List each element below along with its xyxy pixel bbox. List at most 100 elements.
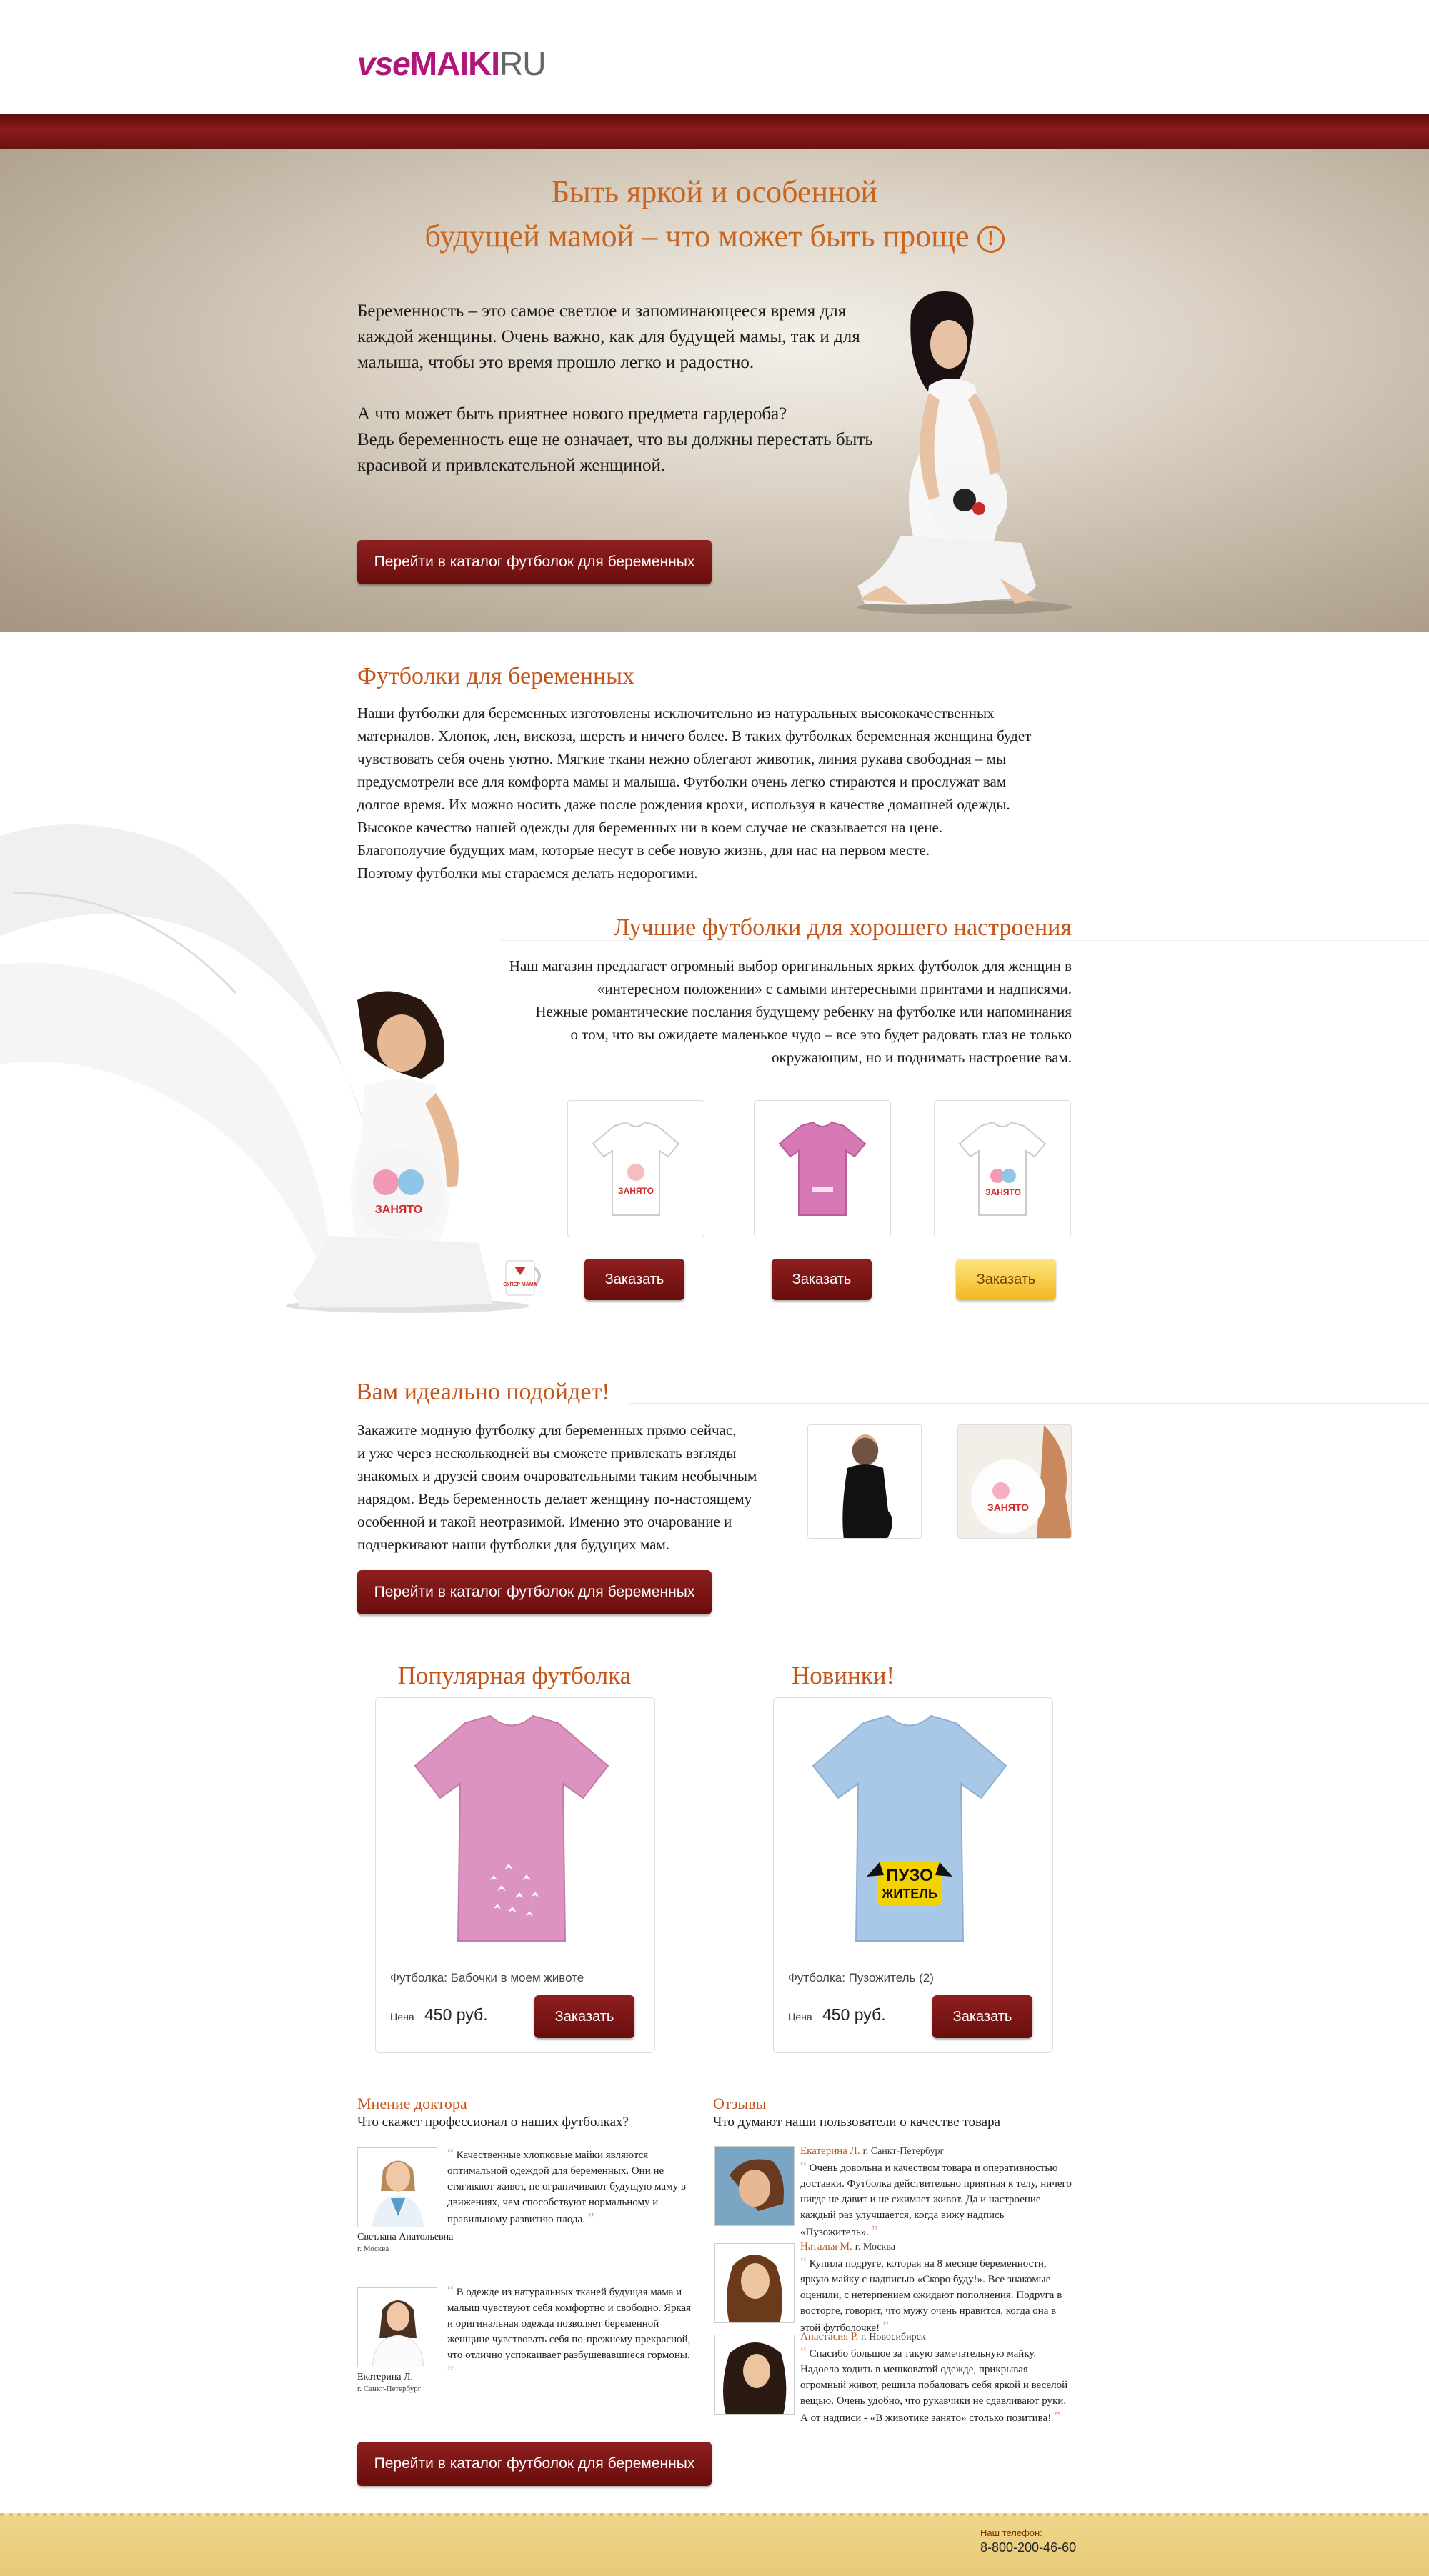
doctor-city: г. Москва	[357, 2245, 389, 2253]
tshirt-image: ЗАНЯТО	[592, 1121, 680, 1216]
text-line: Закажите модную футболку для беременных …	[357, 1422, 737, 1439]
hero-pregnant-woman-image	[857, 291, 1072, 614]
text-line: предусмотрели все для комфорта мамы и ма…	[357, 773, 1007, 790]
hero-title: Быть яркой и особенной будущей мамой – ч…	[357, 170, 1072, 259]
quote-open-icon: “	[800, 2159, 807, 2175]
reviewer-city: г. Москва	[855, 2242, 895, 2252]
footer	[0, 2516, 1429, 2576]
doctor-city: г. Санкт-Петербург	[357, 2385, 422, 2393]
text-line: подчеркивают наши футболки для будущих м…	[357, 1536, 669, 1553]
header-bar	[0, 114, 1429, 149]
reviews-subtitle: Что думают наши пользователи о качестве …	[713, 2115, 1001, 2130]
tshirt-pink-image	[414, 1714, 609, 1942]
review-text: “ Очень довольна и качеством товара и оп…	[800, 2159, 1072, 2240]
order-button[interactable]: Заказать	[584, 1259, 684, 1300]
reviewer-avatar	[714, 2243, 795, 2323]
quote-open-icon: “	[800, 2345, 807, 2360]
quote-open-icon: “	[447, 2283, 454, 2299]
exclamation-icon: !	[977, 225, 1005, 253]
doctor-name: Светлана Анатольевна	[357, 2232, 454, 2242]
divider	[629, 1403, 1429, 1404]
quote-text: Купила подруге, которая на 8 месяце бере…	[800, 2258, 1062, 2334]
product-card: ПУЗО ЖИТЕЛЬ Футболка: Пузожитель (2) Цен…	[773, 1697, 1053, 2053]
text-line: материалов. Хлопок, лен, вискоза, шерсть…	[357, 727, 1032, 744]
doctor-title: Мнение доктора	[357, 2095, 467, 2112]
reviewer-city: г. Санкт-Петербург	[862, 2146, 945, 2157]
text-line: Благополучие будущих мам, которые несут …	[357, 842, 930, 859]
phone-label: Наш телефон:	[980, 2527, 1042, 2538]
text-line: нарядом. Ведь беременность делает женщин…	[357, 1490, 752, 1507]
svg-text:ПУЗО: ПУЗО	[886, 1866, 933, 1885]
product-thumb[interactable]: ЗАНЯТО	[567, 1100, 704, 1237]
logo-ru: RU	[499, 45, 546, 82]
new-title: Новинки!	[791, 1662, 895, 1689]
phone-number[interactable]: 8-800-200-46-60	[980, 2540, 1076, 2555]
review-author: Наталья М. г. Москва	[800, 2240, 1072, 2253]
text-line: знакомых и друзей своим очаровательными …	[357, 1467, 757, 1484]
photo-woman-black-dress	[807, 1424, 922, 1539]
doctor-name: Екатерина Л.	[357, 2372, 414, 2382]
sitting-pregnant-woman-image: ЗАНЯТО СУПЕР МАМА	[286, 991, 541, 1313]
text-line: и уже через несколькодней вы сможете при…	[357, 1444, 737, 1462]
catalog-button[interactable]: Перейти в каталог футболок для беременны…	[357, 1570, 712, 1614]
review-text: “ Спасибо большое за такую замечательную…	[800, 2345, 1072, 2426]
photo-belly-shirt: ЗАНЯТО	[957, 1424, 1072, 1539]
hero-catalog-button[interactable]: Перейти в каталог футболок для беременны…	[357, 540, 712, 584]
reviewer-name: Анастасия Р.	[800, 2331, 859, 2342]
quote-text: Качественные хлопковые майки являются оп…	[447, 2150, 686, 2225]
reviews-title: Отзывы	[713, 2095, 767, 2112]
hero-title-line2: будущей мамой – что может быть проще	[424, 219, 970, 254]
section3-text: Закажите модную футболку для беременных …	[357, 1419, 786, 1556]
tshirt-image	[778, 1121, 867, 1216]
doctor-avatar	[357, 2147, 437, 2227]
reviewer-name: Екатерина Л.	[800, 2145, 860, 2157]
shirt-print-text: ЗАНЯТО	[375, 1204, 422, 1216]
doctor-quote: “ Качественные хлопковые майки являются …	[447, 2146, 699, 2227]
price: 450 руб.	[424, 2005, 488, 2024]
order-button-active[interactable]: Заказать	[956, 1259, 1056, 1300]
product-name-label: Футболка:	[390, 1971, 447, 1985]
text-line: Наш магазин предлагает огромный выбор ор…	[509, 957, 1072, 974]
tshirt-blue-image: ПУЗО ЖИТЕЛЬ	[812, 1714, 1007, 1942]
reviewer-avatar	[714, 2146, 795, 2226]
mug-text: СУПЕР МАМА	[503, 1282, 537, 1287]
bottom-catalog-button[interactable]: Перейти в каталог футболок для беременны…	[357, 2442, 712, 2486]
shirt-print-text: ЗАНЯТО	[985, 1187, 1021, 1197]
text-line: чувствовать себя очень уютно. Мягкие тка…	[357, 750, 1007, 767]
logo-vse: vse	[357, 45, 411, 82]
product-name: Футболка: Пузожитель (2)	[788, 1971, 934, 1985]
order-button[interactable]: Заказать	[772, 1259, 872, 1300]
product-name-value: Бабочки в моем животе	[450, 1971, 584, 1985]
product-name: Футболка: Бабочки в моем животе	[390, 1971, 584, 1985]
logo[interactable]: vseMAIKIRU	[357, 44, 547, 83]
logo-maiki: MAIKI	[409, 45, 500, 82]
quote-close-icon: ”	[587, 2210, 594, 2226]
reviewer-avatar	[714, 2335, 795, 2415]
section-title: Вам идеально подойдет!	[356, 1379, 610, 1405]
product-order-button[interactable]: Заказать	[932, 1995, 1032, 2038]
product-thumb[interactable]	[754, 1100, 891, 1237]
product-thumb[interactable]: ЗАНЯТО	[934, 1100, 1071, 1237]
quote-close-icon: ”	[871, 2223, 878, 2239]
section1-text: Наши футболки для беременных изготовлены…	[357, 702, 1079, 884]
product-order-button[interactable]: Заказать	[534, 1995, 634, 2038]
doctor-avatar	[357, 2287, 437, 2367]
product-card: Футболка: Бабочки в моем животе Цена 450…	[375, 1697, 655, 2053]
review-text: “ Купила подруге, которая на 8 месяце бе…	[800, 2255, 1072, 2336]
popular-title: Популярная футболка	[397, 1662, 632, 1689]
product-name-value: Пузожитель (2)	[848, 1971, 934, 1985]
quote-close-icon: ”	[1053, 2409, 1060, 2425]
shirt-print-text: ЗАНЯТО	[618, 1186, 654, 1196]
review-author: Екатерина Л. г. Санкт-Петербург	[800, 2145, 1072, 2157]
reviewer-name: Наталья М.	[800, 2241, 852, 2252]
price-label: Цена	[390, 2011, 414, 2022]
hero-title-line1: Быть яркой и особенной	[551, 174, 878, 209]
section-title: Лучшие футболки для хорошего настроения	[613, 914, 1072, 941]
doctor-subtitle: Что скажет профессионал о наших футболка…	[357, 2115, 629, 2130]
quote-text: В одежде из натуральных тканей будущая м…	[447, 2287, 692, 2361]
section-title: Футболки для беременных	[357, 663, 635, 689]
doctor-quote: “ В одежде из натуральных тканей будущая…	[447, 2283, 699, 2380]
price-label: Цена	[788, 2011, 812, 2022]
price: 450 руб.	[822, 2005, 886, 2024]
quote-text: Спасибо большое за такую замечательную м…	[800, 2348, 1068, 2424]
